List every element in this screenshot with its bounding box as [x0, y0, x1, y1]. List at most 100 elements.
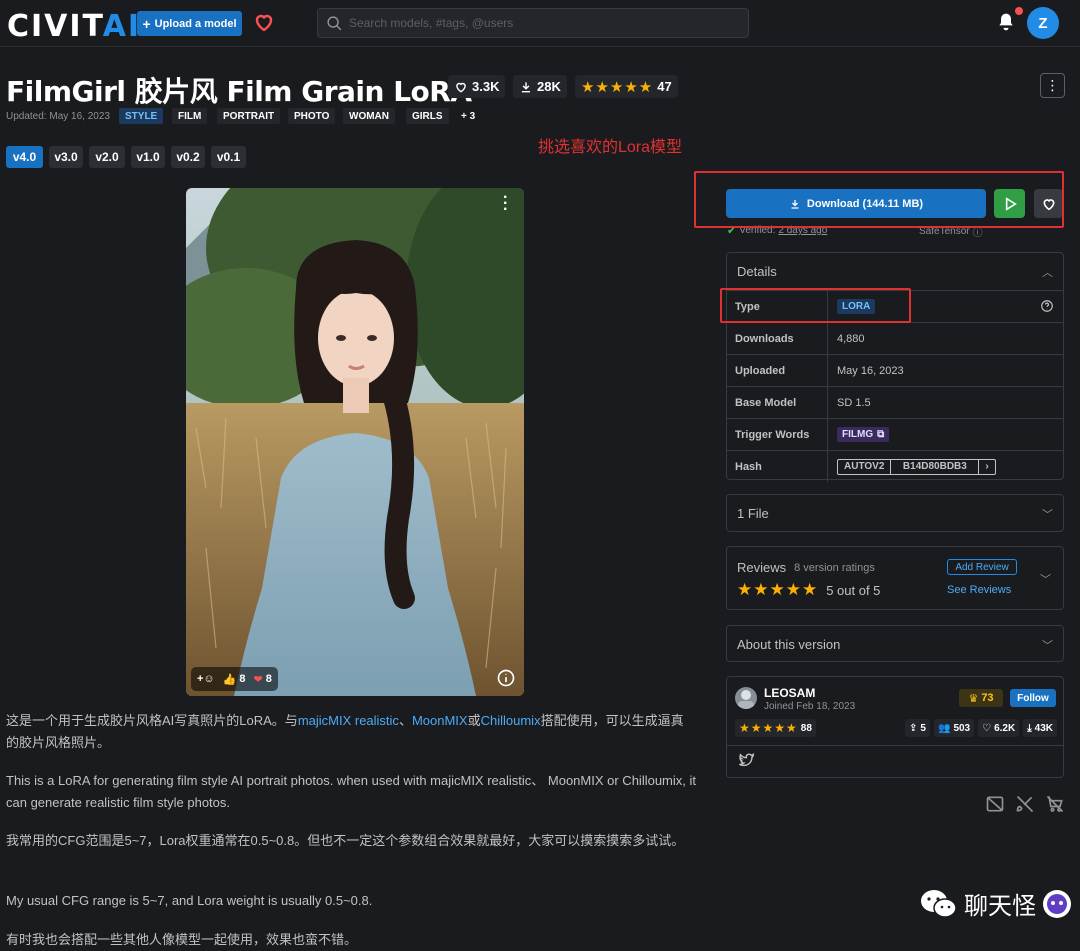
verified-status: ✔ Verified: 2 days ago: [727, 225, 828, 237]
image-menu-icon[interactable]: · · ·: [503, 190, 508, 218]
link-chilloumix[interactable]: Chilloumix: [481, 713, 541, 728]
tag-photo[interactable]: PHOTO: [288, 108, 336, 124]
red-heart-icon[interactable]: ❤: [253, 673, 262, 686]
no-brush-icon: [1016, 795, 1034, 813]
download-icon: [791, 199, 799, 209]
star-rating-icon: ★★★★★: [581, 78, 654, 96]
version-tab-v1-0[interactable]: v1.0: [131, 146, 165, 168]
search-input[interactable]: [349, 14, 739, 32]
tag-film[interactable]: FILM: [172, 108, 208, 124]
users-icon: 👥: [937, 722, 951, 734]
detail-row-trigger-words: Trigger Words FILMG ⧉: [727, 418, 1063, 450]
info-icon[interactable]: [496, 668, 516, 688]
kebab-icon: ⋮: [1045, 77, 1060, 93]
play-icon: [1005, 196, 1017, 211]
description-p2: This is a LoRA for generating film style…: [6, 773, 696, 810]
creator-rank-badge: ♛ 73: [959, 689, 1003, 707]
info-small-icon[interactable]: ⓘ: [973, 224, 983, 239]
creator-card: LEOSAM Joined Feb 18, 2023 ♛ 73 Follow ★★…: [726, 676, 1064, 778]
version-tab-v0-2[interactable]: v0.2: [171, 146, 205, 168]
search-icon: [327, 16, 342, 31]
tag-more[interactable]: + 3: [455, 108, 481, 124]
no-cart-icon: [1046, 795, 1064, 813]
no-image-icon: [986, 796, 1004, 812]
rating-badge[interactable]: ★★★★★ 47: [575, 75, 678, 98]
download-icon: [521, 81, 531, 92]
creator-avatar[interactable]: [735, 687, 757, 709]
top-bar: CIVITAI + Upload a model Z: [0, 0, 1080, 47]
plus-icon: +: [142, 15, 151, 32]
annotation-text: 挑选喜欢的Lora模型: [538, 139, 683, 156]
review-stars-icon: ★★★★★: [737, 580, 819, 599]
verified-check-icon: ✔: [727, 225, 737, 237]
creator-stats: ★★★★★ 88 ⇪ 5 👥 503 ♡ 6.2K ⤓ 43K: [735, 719, 1057, 737]
add-reaction-icon[interactable]: +☺: [197, 673, 215, 685]
version-tab-v2-0[interactable]: v2.0: [89, 146, 125, 168]
detail-row-downloads: Downloads 4,880: [727, 322, 1063, 354]
civitai-logo[interactable]: CIVITAI: [7, 9, 141, 44]
description-p1: 这是一个用于生成胶片风格AI写真照片的LoRA。与majicMIX realis…: [6, 713, 684, 750]
chevron-down-icon: ﹀: [1042, 639, 1053, 652]
follow-button[interactable]: Follow: [1010, 689, 1056, 707]
run-button[interactable]: [994, 189, 1025, 218]
chevron-down-icon[interactable]: ﹀: [1040, 571, 1051, 587]
user-avatar[interactable]: Z: [1027, 7, 1059, 39]
tag-girls[interactable]: GIRLS: [406, 108, 449, 124]
files-panel[interactable]: 1 File ﹀: [726, 494, 1064, 532]
verified-date-link[interactable]: 2 days ago: [778, 225, 827, 236]
download-button[interactable]: Download (144.11 MB): [726, 189, 986, 218]
add-review-button[interactable]: Add Review: [947, 559, 1017, 575]
detail-row-type: Type LORA: [727, 290, 1063, 322]
detail-row-hash: Hash AUTOV2 B14D80BDB3 ›: [727, 450, 1063, 482]
hash-field[interactable]: AUTOV2 B14D80BDB3 ›: [837, 458, 996, 475]
bell-icon[interactable]: [996, 12, 1016, 32]
chevron-right-icon[interactable]: ›: [979, 460, 994, 474]
notification-dot: [1015, 7, 1023, 15]
detail-row-base-model: Base Model SD 1.5: [727, 386, 1063, 418]
likes-badge[interactable]: 3.3K: [448, 75, 506, 98]
type-badge[interactable]: LORA: [837, 299, 876, 314]
thumbs-up-icon[interactable]: 👍: [223, 673, 237, 686]
description-p5: 有时我也会搭配一些其他人像模型一起使用，效果也蛮不错。: [6, 932, 358, 947]
creator-name[interactable]: LEOSAM: [764, 686, 815, 700]
favorite-button[interactable]: [1034, 189, 1063, 218]
downloads-badge: 28K: [513, 75, 567, 98]
details-panel: Details ︿ Type LORA Downloads 4,880 Uplo…: [726, 252, 1064, 482]
download-icon: ⤓: [1027, 722, 1032, 734]
heart-outline-icon: [1043, 198, 1054, 210]
heart-icon[interactable]: [252, 10, 276, 34]
model-title: FilmGirl 胶片风 Film Grain LoRA: [6, 75, 472, 108]
description-p3: 我常用的CFG范围是5~7，Lora权重通常在0.5~0.8。但也不一定这个参数…: [6, 833, 685, 848]
reactions-bar[interactable]: +☺ 👍 8 ❤ 8: [191, 667, 278, 691]
chevron-down-icon: ﹀: [1042, 508, 1053, 521]
tag-style[interactable]: STYLE: [119, 108, 164, 124]
tag-woman[interactable]: WOMAN: [343, 108, 395, 124]
see-reviews-link[interactable]: See Reviews: [947, 584, 1011, 596]
model-restriction-icons: [985, 794, 1065, 814]
copy-icon: ⧉: [877, 429, 885, 440]
version-tab-v4-0[interactable]: v4.0: [6, 146, 43, 168]
more-options-button[interactable]: ⋮: [1040, 73, 1065, 98]
details-header[interactable]: Details ︿: [727, 253, 1063, 290]
upload-model-button[interactable]: + Upload a model: [137, 11, 242, 36]
search-bar[interactable]: [317, 8, 749, 38]
safetensor-label: SafeTensor ⓘ: [919, 224, 983, 239]
version-tab-v3-0[interactable]: v3.0: [49, 146, 83, 168]
heart-outline-icon: [456, 82, 466, 92]
help-icon[interactable]: [1040, 299, 1054, 313]
crown-icon: ♛: [968, 692, 979, 705]
model-preview-image[interactable]: [186, 188, 524, 696]
chevron-up-icon: ︿: [1042, 266, 1053, 279]
upload-icon: ⇪: [909, 722, 918, 734]
description-p4: My usual CFG range is 5~7, and Lora weig…: [6, 893, 373, 908]
wechat-watermark: 聊天怪: [920, 886, 1072, 921]
twitter-icon[interactable]: [738, 752, 755, 769]
about-panel[interactable]: About this version ﹀: [726, 625, 1064, 662]
link-moonmix[interactable]: MoonMIX: [412, 713, 468, 728]
trigger-word-badge[interactable]: FILMG ⧉: [837, 427, 890, 442]
tag-portrait[interactable]: PORTRAIT: [217, 108, 281, 124]
version-tab-v0-1[interactable]: v0.1: [211, 146, 246, 168]
link-majicmix[interactable]: majicMIX realistic: [298, 713, 399, 728]
detail-row-uploaded: Uploaded May 16, 2023: [727, 354, 1063, 386]
bot-face-icon: [1043, 889, 1071, 918]
